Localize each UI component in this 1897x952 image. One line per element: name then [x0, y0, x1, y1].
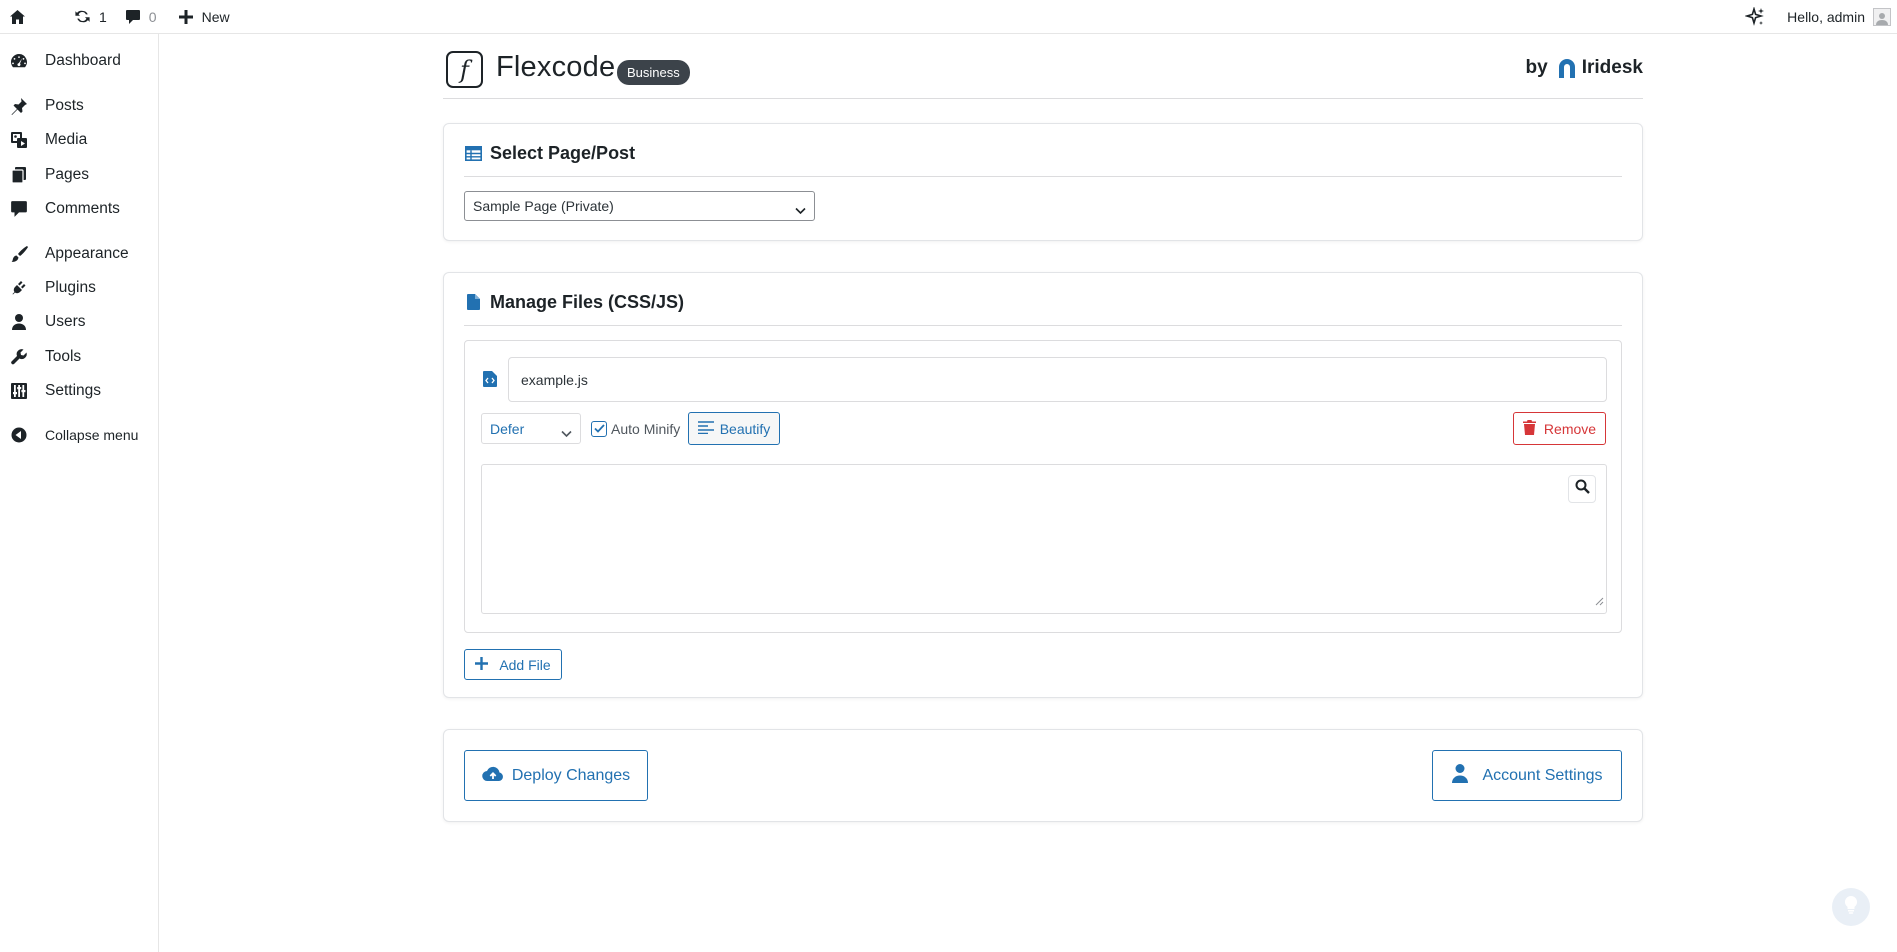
sidebar-item-settings[interactable]: Settings [0, 374, 159, 408]
avatar [1873, 8, 1891, 26]
sidebar-item-label: Tools [45, 348, 82, 365]
sidebar-item-label: Dashboard [45, 52, 121, 69]
align-left-icon [697, 420, 720, 437]
chevron-down-icon [795, 202, 806, 218]
account-settings-button[interactable]: Account Settings [1432, 750, 1622, 801]
settings-icon [10, 382, 28, 400]
actions-card: Deploy Changes Account Settings [443, 729, 1643, 822]
sidebar-item-label: Comments [45, 200, 120, 217]
remove-label: Remove [1543, 420, 1597, 437]
code-editor[interactable] [481, 464, 1607, 614]
deploy-label: Deploy Changes [511, 766, 631, 784]
sidebar-item-label: Settings [45, 382, 102, 399]
updates-link[interactable]: 1 [34, 0, 115, 34]
account-settings-label: Account Settings [1482, 766, 1603, 784]
auto-minify-label: Auto Minify [611, 420, 681, 437]
vendor-credit: by Iridesk [1526, 57, 1643, 79]
wrench-icon [10, 348, 28, 366]
manage-files-card: Manage Files (CSS/JS) example.js Defer A… [443, 272, 1643, 698]
sidebar-item-label: Appearance [45, 245, 129, 262]
sidebar-item-label: Users [45, 313, 86, 330]
code-file-icon [483, 371, 497, 387]
updates-count: 1 [99, 8, 107, 25]
user-icon [10, 313, 28, 331]
new-label: New [201, 8, 230, 25]
collapse-menu-label: Collapse menu [45, 427, 139, 443]
iridesk-logo-icon [1556, 57, 1578, 79]
flexcode-logo: f [446, 51, 483, 88]
chevron-down-icon [561, 425, 572, 441]
sidebar-item-label: Posts [45, 97, 84, 114]
by-label: by [1525, 57, 1548, 78]
ai-sparkle-button[interactable] [1737, 0, 1773, 34]
home-link[interactable] [0, 0, 34, 34]
sidebar-item-label: Plugins [45, 279, 96, 296]
search-icon [1575, 479, 1590, 499]
filename-input[interactable]: example.js [508, 357, 1607, 402]
vendor-name: Iridesk [1581, 57, 1643, 78]
select-page-card: Select Page/Post Sample Page (Private) [443, 123, 1643, 241]
sidebar-item-users[interactable]: Users [0, 305, 159, 339]
user-icon [1451, 763, 1482, 788]
sidebar-item-media[interactable]: Media [0, 123, 159, 157]
add-file-label: Add File [499, 656, 551, 673]
comments-count: 0 [148, 8, 157, 25]
beautify-label: Beautify [719, 420, 771, 437]
lightbulb-icon [1844, 895, 1858, 920]
sidebar-item-label: Media [45, 131, 88, 148]
dashboard-icon [10, 52, 28, 70]
deploy-changes-button[interactable]: Deploy Changes [464, 750, 648, 801]
editor-search-button[interactable] [1568, 475, 1596, 503]
file-icon [464, 293, 482, 311]
collapse-menu-button[interactable]: Collapse menu [0, 418, 159, 452]
comments-link[interactable]: 0 [115, 0, 165, 34]
add-file-button[interactable]: Add File [464, 649, 562, 680]
select-page-heading: Select Page/Post [464, 144, 1622, 177]
page-post-select[interactable]: Sample Page (Private) [464, 191, 815, 221]
sidebar-item-appearance[interactable]: Appearance [0, 237, 159, 271]
load-mode-value: Defer [490, 420, 525, 437]
plus-icon [475, 656, 499, 673]
sidebar-item-dashboard[interactable]: Dashboard [0, 44, 159, 78]
beautify-button[interactable]: Beautify [688, 412, 780, 445]
my-account-link[interactable]: Hello, admin [1787, 0, 1891, 34]
auto-minify-toggle[interactable]: Auto Minify [591, 413, 680, 444]
sidebar-item-tools[interactable]: Tools [0, 340, 159, 374]
cloud-upload-icon [482, 765, 512, 787]
collapse-arrow-icon [10, 426, 28, 444]
sidebar-item-comments[interactable]: Comments [0, 192, 159, 226]
home-icon [9, 9, 26, 25]
load-mode-select[interactable]: Defer [481, 413, 581, 444]
manage-files-heading: Manage Files (CSS/JS) [464, 293, 1622, 326]
brush-icon [10, 245, 28, 263]
sidebar-item-label: Pages [45, 166, 89, 183]
auto-minify-checkbox[interactable] [591, 420, 607, 437]
remove-file-button[interactable]: Remove [1513, 412, 1606, 445]
admin-sidebar: Dashboard Posts Media Pages Comments App… [0, 34, 159, 952]
sparkle-icon [1745, 7, 1765, 27]
media-icon [10, 131, 28, 149]
refresh-icon [74, 8, 91, 25]
plugin-title: Flexcode [496, 51, 616, 83]
file-entry: example.js Defer Auto Minify Beautify Re… [464, 340, 1622, 633]
resize-handle-icon[interactable] [1595, 593, 1604, 611]
new-content-link[interactable]: New [165, 0, 238, 34]
plus-icon [178, 9, 193, 24]
plugin-header: f Flexcode Business by Iridesk [443, 42, 1643, 99]
table-icon [464, 144, 482, 162]
plug-icon [10, 279, 28, 297]
greeting: Hello, admin [1787, 9, 1865, 25]
pin-icon [10, 97, 28, 115]
comment-icon [125, 9, 141, 25]
trash-icon [1522, 419, 1544, 438]
sidebar-item-pages[interactable]: Pages [0, 158, 159, 192]
plan-badge: Business [617, 60, 690, 85]
sidebar-item-posts[interactable]: Posts [0, 89, 159, 123]
pages-icon [10, 166, 28, 184]
sidebar-item-plugins[interactable]: Plugins [0, 271, 159, 305]
admin-bar: 1 0 New Hello, admin [0, 0, 1897, 34]
comment-icon [10, 200, 28, 218]
help-bubble-button[interactable] [1832, 888, 1870, 926]
selected-page: Sample Page (Private) [473, 198, 614, 214]
